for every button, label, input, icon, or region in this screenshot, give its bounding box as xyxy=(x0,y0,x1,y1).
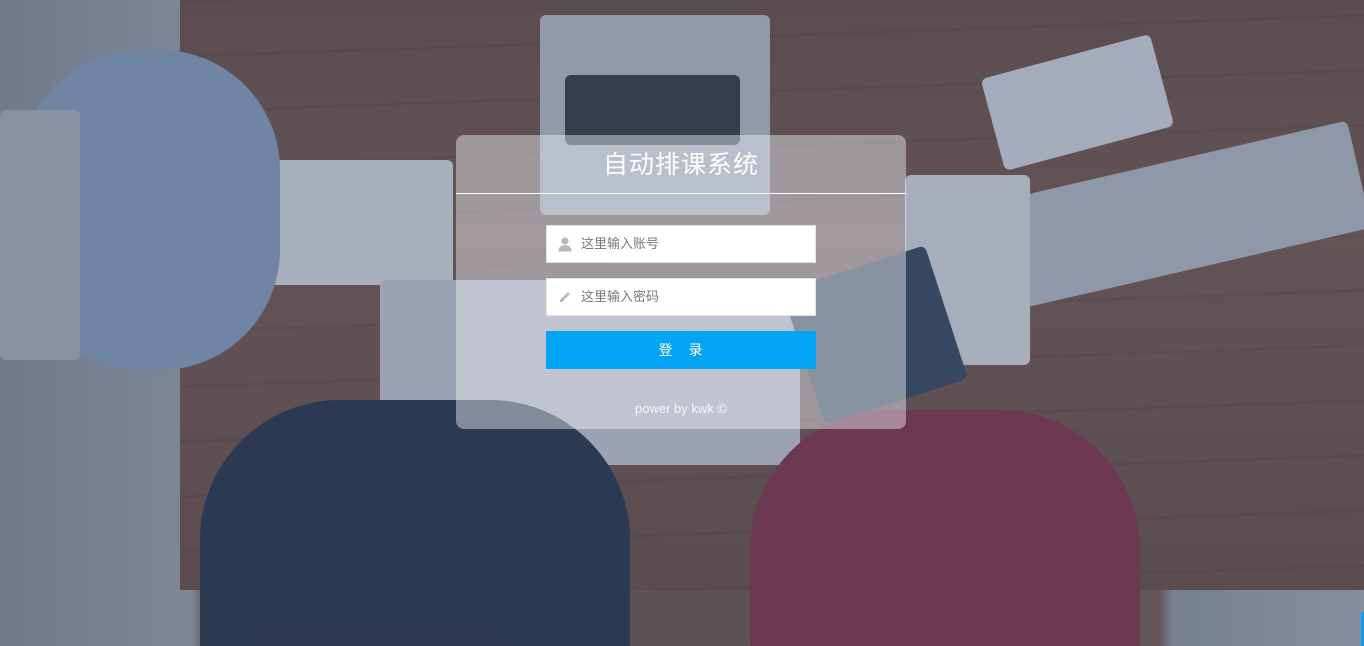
password-input[interactable] xyxy=(581,279,809,315)
page-title: 自动排课系统 xyxy=(602,150,759,179)
pencil-icon xyxy=(557,289,573,305)
password-field[interactable] xyxy=(546,278,816,316)
user-icon xyxy=(557,236,573,252)
footer-credit: power by kwk © xyxy=(635,401,727,416)
title-divider xyxy=(456,193,906,194)
login-button[interactable]: 登 录 xyxy=(546,331,816,369)
account-input[interactable] xyxy=(581,226,809,262)
account-field[interactable] xyxy=(546,225,816,263)
login-card: 自动排课系统 登 录 power by kwk © xyxy=(456,135,906,429)
